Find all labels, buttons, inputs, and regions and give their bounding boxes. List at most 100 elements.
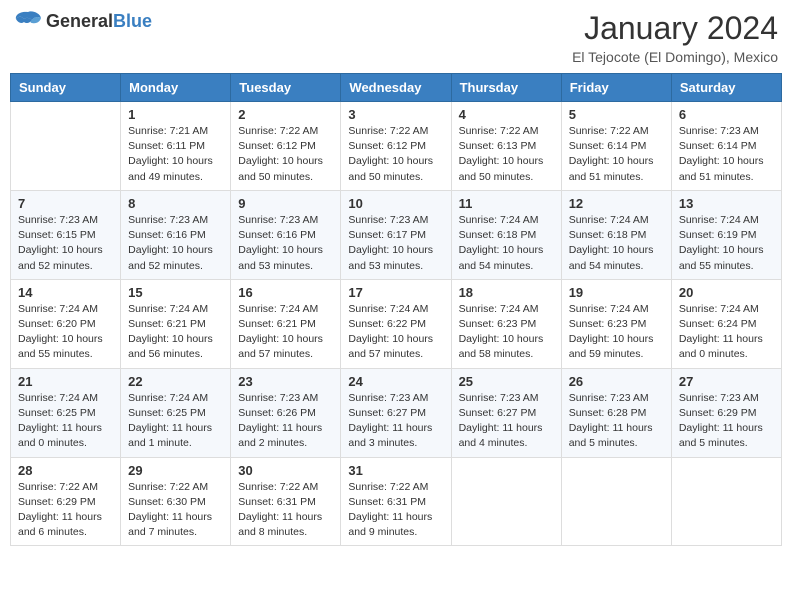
calendar-cell: 3 Sunrise: 7:22 AMSunset: 6:12 PMDaylight… [341, 102, 451, 191]
day-info: Sunrise: 7:24 AMSunset: 6:23 PMDaylight:… [569, 302, 664, 363]
day-info: Sunrise: 7:23 AMSunset: 6:16 PMDaylight:… [128, 213, 223, 274]
col-header-friday: Friday [561, 74, 671, 102]
day-info: Sunrise: 7:23 AMSunset: 6:15 PMDaylight:… [18, 213, 113, 274]
day-info: Sunrise: 7:24 AMSunset: 6:22 PMDaylight:… [348, 302, 443, 363]
day-number: 29 [128, 463, 223, 478]
day-number: 25 [459, 374, 554, 389]
day-number: 5 [569, 107, 664, 122]
col-header-monday: Monday [121, 74, 231, 102]
calendar-cell: 15 Sunrise: 7:24 AMSunset: 6:21 PMDayligh… [121, 279, 231, 368]
day-number: 9 [238, 196, 333, 211]
calendar-cell: 16 Sunrise: 7:24 AMSunset: 6:21 PMDayligh… [231, 279, 341, 368]
calendar-cell: 24 Sunrise: 7:23 AMSunset: 6:27 PMDayligh… [341, 368, 451, 457]
calendar-cell [11, 102, 121, 191]
day-info: Sunrise: 7:24 AMSunset: 6:21 PMDaylight:… [128, 302, 223, 363]
week-row-4: 21 Sunrise: 7:24 AMSunset: 6:25 PMDayligh… [11, 368, 782, 457]
day-number: 26 [569, 374, 664, 389]
calendar-cell: 26Sunrise: 7:23 AMSunset: 6:28 PMDayligh… [561, 368, 671, 457]
day-number: 14 [18, 285, 113, 300]
calendar-table: SundayMondayTuesdayWednesdayThursdayFrid… [10, 73, 782, 546]
calendar-cell: 12Sunrise: 7:24 AMSunset: 6:18 PMDayligh… [561, 190, 671, 279]
day-number: 28 [18, 463, 113, 478]
calendar-cell: 4 Sunrise: 7:22 AMSunset: 6:13 PMDaylight… [451, 102, 561, 191]
day-info: Sunrise: 7:24 AMSunset: 6:25 PMDaylight:… [128, 391, 223, 452]
day-info: Sunrise: 7:24 AMSunset: 6:23 PMDaylight:… [459, 302, 554, 363]
day-info: Sunrise: 7:23 AMSunset: 6:14 PMDaylight:… [679, 124, 774, 185]
day-info: Sunrise: 7:23 AMSunset: 6:29 PMDaylight:… [679, 391, 774, 452]
day-info: Sunrise: 7:23 AMSunset: 6:16 PMDaylight:… [238, 213, 333, 274]
day-number: 10 [348, 196, 443, 211]
calendar-cell: 23Sunrise: 7:23 AMSunset: 6:26 PMDayligh… [231, 368, 341, 457]
logo: GeneralBlue [14, 10, 152, 32]
day-number: 27 [679, 374, 774, 389]
calendar-cell: 22Sunrise: 7:24 AMSunset: 6:25 PMDayligh… [121, 368, 231, 457]
calendar-cell: 8 Sunrise: 7:23 AMSunset: 6:16 PMDaylight… [121, 190, 231, 279]
logo-text: GeneralBlue [46, 11, 152, 32]
calendar-cell: 19 Sunrise: 7:24 AMSunset: 6:23 PMDayligh… [561, 279, 671, 368]
day-info: Sunrise: 7:24 AMSunset: 6:24 PMDaylight:… [679, 302, 774, 363]
day-info: Sunrise: 7:23 AMSunset: 6:27 PMDaylight:… [348, 391, 443, 452]
day-info: Sunrise: 7:23 AMSunset: 6:27 PMDaylight:… [459, 391, 554, 452]
calendar-cell: 25 Sunrise: 7:23 AMSunset: 6:27 PMDayligh… [451, 368, 561, 457]
calendar-cell: 10 Sunrise: 7:23 AMSunset: 6:17 PMDayligh… [341, 190, 451, 279]
calendar-cell: 27 Sunrise: 7:23 AMSunset: 6:29 PMDayligh… [671, 368, 781, 457]
day-info: Sunrise: 7:24 AMSunset: 6:20 PMDaylight:… [18, 302, 113, 363]
logo-general: General [46, 11, 113, 31]
day-info: Sunrise: 7:22 AMSunset: 6:31 PMDaylight:… [348, 480, 443, 541]
day-info: Sunrise: 7:22 AMSunset: 6:30 PMDaylight:… [128, 480, 223, 541]
day-info: Sunrise: 7:24 AMSunset: 6:18 PMDaylight:… [459, 213, 554, 274]
calendar-cell: 13 Sunrise: 7:24 AMSunset: 6:19 PMDayligh… [671, 190, 781, 279]
day-number: 4 [459, 107, 554, 122]
logo-blue: Blue [113, 11, 152, 31]
calendar-cell: 5 Sunrise: 7:22 AMSunset: 6:14 PMDaylight… [561, 102, 671, 191]
day-number: 21 [18, 374, 113, 389]
day-number: 11 [459, 196, 554, 211]
calendar-cell: 11 Sunrise: 7:24 AMSunset: 6:18 PMDayligh… [451, 190, 561, 279]
day-info: Sunrise: 7:22 AMSunset: 6:12 PMDaylight:… [348, 124, 443, 185]
day-number: 16 [238, 285, 333, 300]
header: GeneralBlue January 2024 El Tejocote (El… [10, 10, 782, 65]
day-info: Sunrise: 7:24 AMSunset: 6:25 PMDaylight:… [18, 391, 113, 452]
day-number: 1 [128, 107, 223, 122]
day-number: 31 [348, 463, 443, 478]
calendar-cell [561, 457, 671, 546]
calendar-cell: 20 Sunrise: 7:24 AMSunset: 6:24 PMDayligh… [671, 279, 781, 368]
day-number: 6 [679, 107, 774, 122]
day-info: Sunrise: 7:22 AMSunset: 6:14 PMDaylight:… [569, 124, 664, 185]
col-header-thursday: Thursday [451, 74, 561, 102]
calendar-cell: 21 Sunrise: 7:24 AMSunset: 6:25 PMDayligh… [11, 368, 121, 457]
calendar-cell [451, 457, 561, 546]
calendar-cell: 1 Sunrise: 7:21 AMSunset: 6:11 PMDaylight… [121, 102, 231, 191]
calendar-cell: 6 Sunrise: 7:23 AMSunset: 6:14 PMDaylight… [671, 102, 781, 191]
calendar-cell: 18Sunrise: 7:24 AMSunset: 6:23 PMDayligh… [451, 279, 561, 368]
day-info: Sunrise: 7:24 AMSunset: 6:21 PMDaylight:… [238, 302, 333, 363]
calendar-cell: 14 Sunrise: 7:24 AMSunset: 6:20 PMDayligh… [11, 279, 121, 368]
day-number: 20 [679, 285, 774, 300]
location-title: El Tejocote (El Domingo), Mexico [572, 49, 778, 65]
week-row-2: 7Sunrise: 7:23 AMSunset: 6:15 PMDaylight… [11, 190, 782, 279]
calendar-cell: 7Sunrise: 7:23 AMSunset: 6:15 PMDaylight… [11, 190, 121, 279]
day-number: 13 [679, 196, 774, 211]
day-info: Sunrise: 7:24 AMSunset: 6:19 PMDaylight:… [679, 213, 774, 274]
calendar-cell [671, 457, 781, 546]
day-info: Sunrise: 7:22 AMSunset: 6:13 PMDaylight:… [459, 124, 554, 185]
day-number: 30 [238, 463, 333, 478]
calendar-cell: 2Sunrise: 7:22 AMSunset: 6:12 PMDaylight… [231, 102, 341, 191]
logo-bird-icon [14, 10, 42, 32]
day-number: 3 [348, 107, 443, 122]
col-header-wednesday: Wednesday [341, 74, 451, 102]
day-number: 8 [128, 196, 223, 211]
col-header-sunday: Sunday [11, 74, 121, 102]
calendar-cell: 28 Sunrise: 7:22 AMSunset: 6:29 PMDayligh… [11, 457, 121, 546]
day-number: 2 [238, 107, 333, 122]
day-number: 19 [569, 285, 664, 300]
day-info: Sunrise: 7:22 AMSunset: 6:29 PMDaylight:… [18, 480, 113, 541]
day-number: 15 [128, 285, 223, 300]
day-info: Sunrise: 7:23 AMSunset: 6:26 PMDaylight:… [238, 391, 333, 452]
day-info: Sunrise: 7:21 AMSunset: 6:11 PMDaylight:… [128, 124, 223, 185]
day-info: Sunrise: 7:23 AMSunset: 6:17 PMDaylight:… [348, 213, 443, 274]
day-number: 24 [348, 374, 443, 389]
title-area: January 2024 El Tejocote (El Domingo), M… [572, 10, 778, 65]
calendar-cell: 31 Sunrise: 7:22 AMSunset: 6:31 PMDayligh… [341, 457, 451, 546]
day-number: 12 [569, 196, 664, 211]
